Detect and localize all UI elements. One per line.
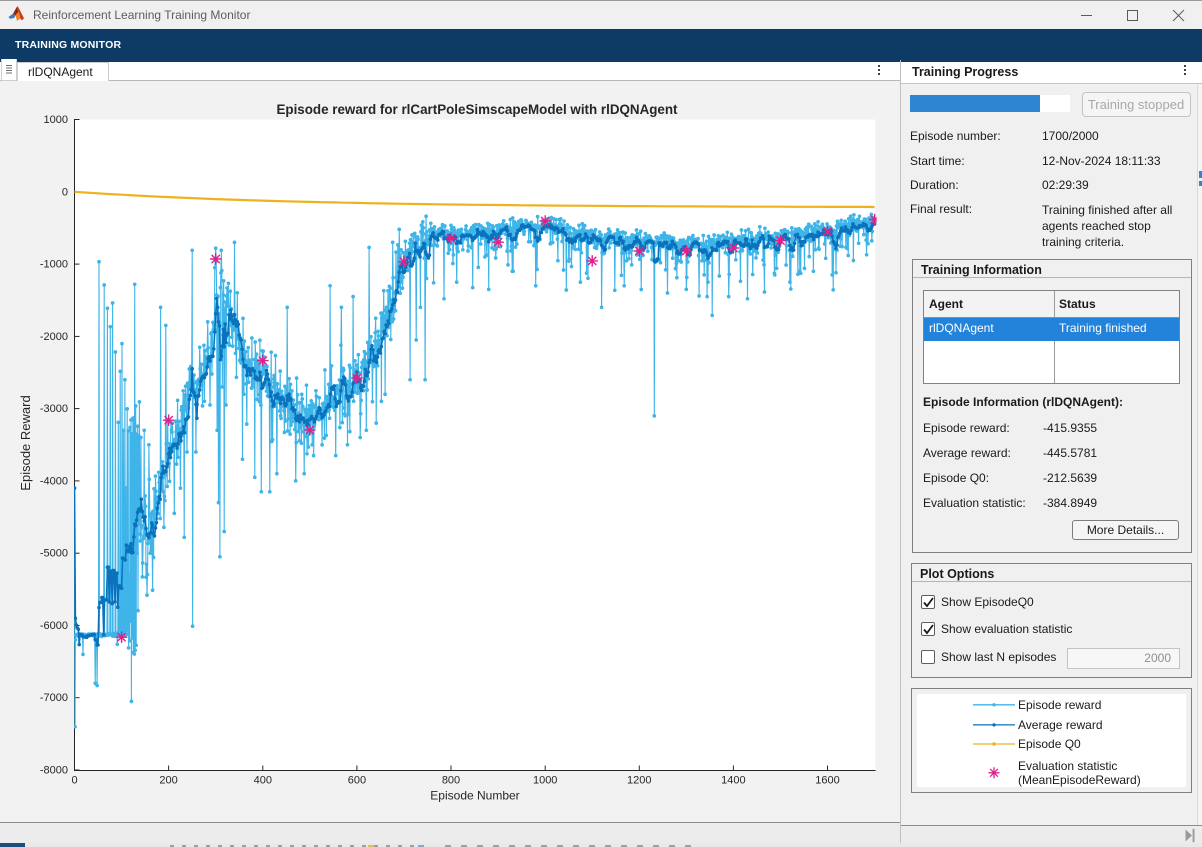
svg-text:-3000: -3000 <box>40 403 68 415</box>
svg-text:600: 600 <box>348 774 366 786</box>
svg-text:1400: 1400 <box>721 774 745 786</box>
svg-text:200: 200 <box>159 774 177 786</box>
svg-text:Episode reward for rlCartPoleS: Episode reward for rlCartPoleSimscapeMod… <box>276 102 678 117</box>
svg-text:-2000: -2000 <box>40 331 68 343</box>
svg-text:400: 400 <box>254 774 272 786</box>
svg-text:Episode Reward: Episode Reward <box>18 395 33 490</box>
svg-text:1000: 1000 <box>44 114 68 126</box>
svg-text:800: 800 <box>442 774 460 786</box>
svg-text:-6000: -6000 <box>40 620 68 632</box>
svg-text:-5000: -5000 <box>40 548 68 560</box>
svg-text:1000: 1000 <box>533 774 557 786</box>
svg-text:-1000: -1000 <box>40 259 68 271</box>
svg-text:0: 0 <box>62 186 68 198</box>
svg-text:Episode Number: Episode Number <box>430 789 519 803</box>
svg-text:-4000: -4000 <box>40 475 68 487</box>
svg-text:1600: 1600 <box>815 774 839 786</box>
svg-text:0: 0 <box>71 774 77 786</box>
svg-text:-8000: -8000 <box>40 765 68 777</box>
svg-text:1200: 1200 <box>627 774 651 786</box>
svg-text:-7000: -7000 <box>40 692 68 704</box>
